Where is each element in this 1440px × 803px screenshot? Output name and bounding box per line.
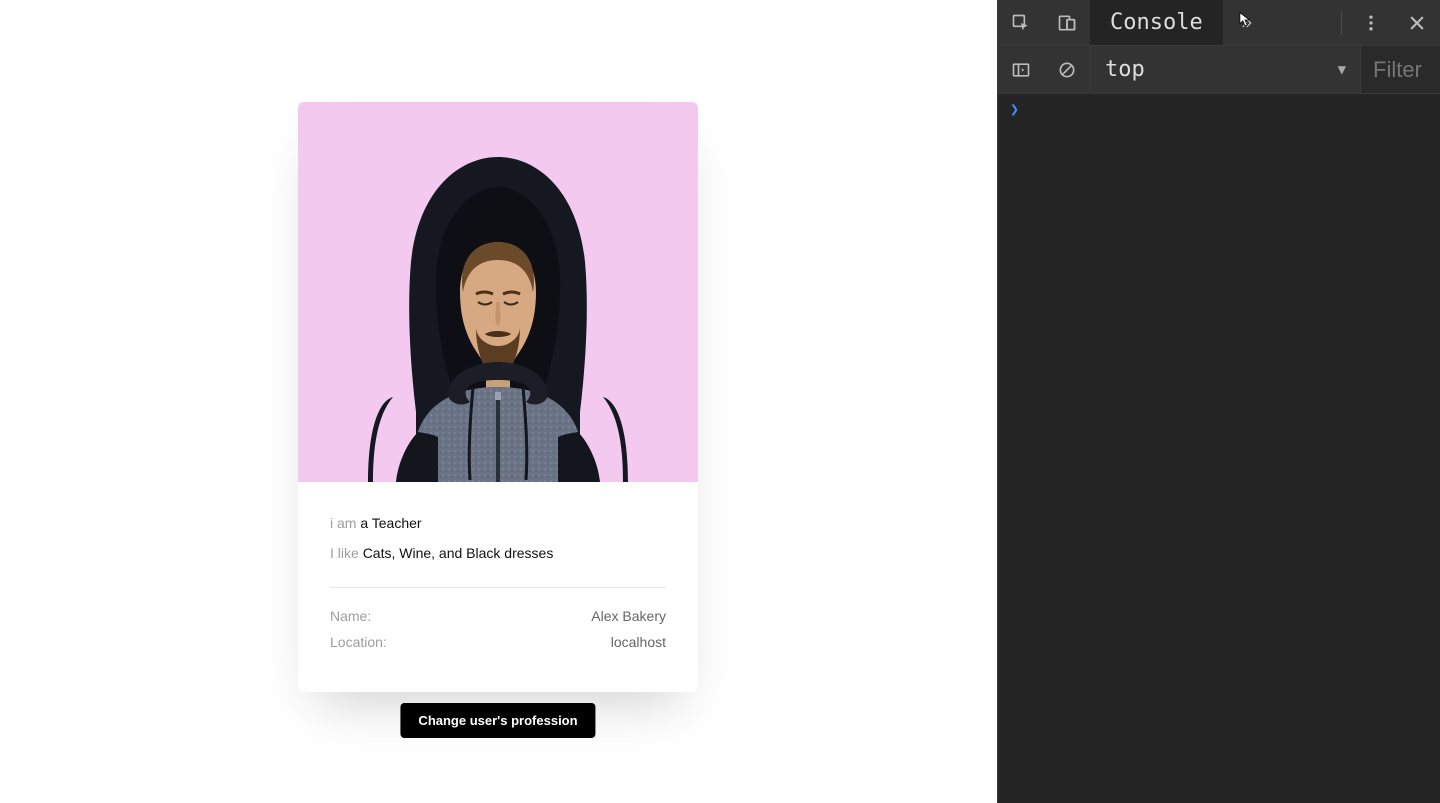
kv-row-name: Name: Alex Bakery (330, 608, 666, 624)
iam-line: i am a Teacher (330, 514, 666, 534)
kebab-menu-icon[interactable] (1348, 0, 1394, 45)
ilike-value: Cats, Wine, and Black dresses (363, 545, 554, 561)
console-sidebar-toggle-icon[interactable] (998, 60, 1044, 80)
console-output[interactable]: ❯ (998, 94, 1440, 803)
console-filter-input[interactable] (1360, 46, 1440, 93)
iam-prefix: i am (330, 515, 360, 531)
kv-label: Location: (330, 634, 387, 650)
ilike-line: I like Cats, Wine, and Black dresses (330, 544, 666, 564)
kv-value: localhost (611, 634, 666, 650)
profile-card: i am a Teacher I like Cats, Wine, and Bl… (298, 102, 698, 692)
clear-console-icon[interactable] (1044, 60, 1090, 80)
chevron-down-icon: ▼ (1338, 62, 1346, 78)
execution-context-value: top (1105, 57, 1145, 82)
console-prompt-icon: ❯ (1010, 100, 1027, 118)
card-divider (330, 587, 666, 588)
execution-context-selector[interactable]: top ▼ (1090, 46, 1360, 93)
tab-console[interactable]: Console (1090, 0, 1223, 45)
console-toolbar: top ▼ (998, 46, 1440, 94)
profile-photo (298, 102, 698, 482)
change-profession-button[interactable]: Change user's profession (400, 703, 595, 738)
inspect-element-icon[interactable] (998, 0, 1044, 45)
ilike-prefix: I like (330, 545, 363, 561)
close-devtools-icon[interactable] (1394, 0, 1440, 45)
kv-row-location: Location: localhost (330, 634, 666, 650)
kv-label: Name: (330, 608, 371, 624)
devtools-panel: Console (997, 0, 1440, 803)
devtools-tabbar: Console (998, 0, 1440, 46)
tabs-overflow-icon[interactable] (1223, 0, 1269, 45)
kv-value: Alex Bakery (591, 608, 666, 624)
device-toolbar-icon[interactable] (1044, 0, 1090, 45)
iam-value: a Teacher (360, 515, 421, 531)
